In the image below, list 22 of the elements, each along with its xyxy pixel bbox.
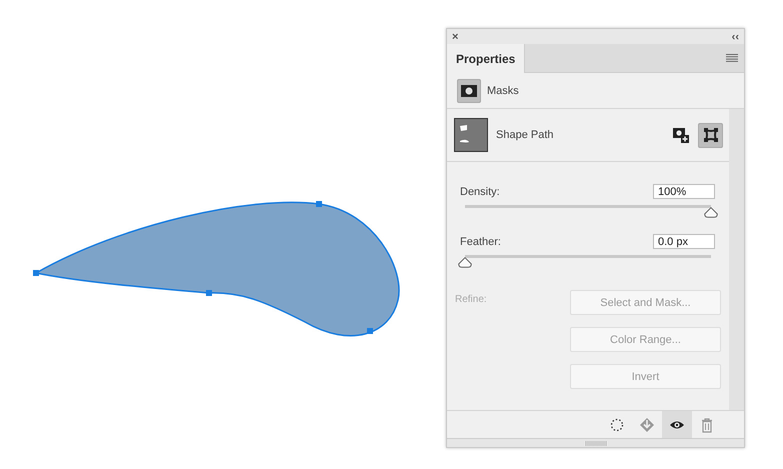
slider-thumb[interactable] (704, 207, 718, 218)
resize-grip[interactable] (584, 440, 606, 446)
refine-label: Refine: (455, 293, 488, 307)
scrollbar[interactable] (729, 109, 744, 410)
mask-button[interactable] (457, 78, 481, 102)
collapse-button[interactable]: ‹‹ (732, 30, 739, 42)
pixel-mask-icon (461, 84, 477, 96)
menu-icon[interactable] (726, 54, 738, 62)
slider-label: Density: (460, 186, 500, 198)
add-mask-icon[interactable] (673, 128, 689, 142)
value-field[interactable]: 100% (653, 184, 715, 199)
slider-thumb[interactable] (458, 257, 472, 268)
masks-label: Masks (487, 84, 519, 96)
vector-mask-button[interactable] (698, 122, 723, 148)
eye-icon[interactable] (662, 411, 692, 438)
shape-path-label: Shape Path (496, 129, 554, 141)
shape-thumbnail (454, 118, 488, 152)
close-button[interactable]: × (452, 30, 458, 42)
vector-mask-icon (702, 127, 718, 143)
slider-label: Feather: (460, 236, 501, 248)
value-field[interactable]: 0.0 px (653, 234, 715, 249)
tab[interactable]: Properties (447, 44, 526, 73)
